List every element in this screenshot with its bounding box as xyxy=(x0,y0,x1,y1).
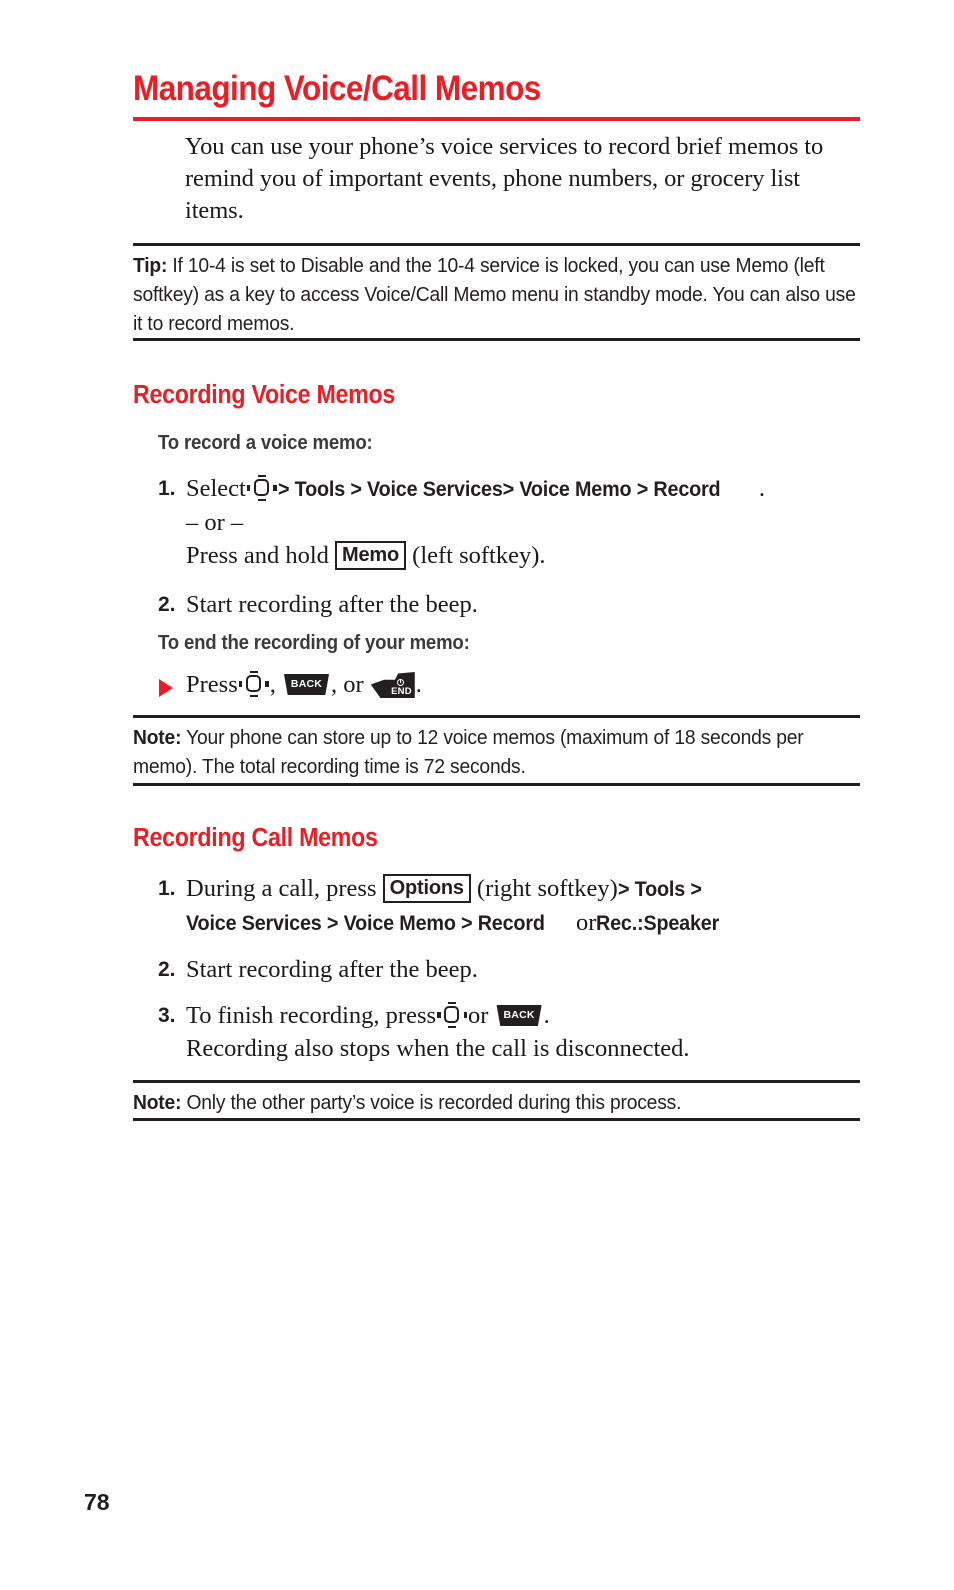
step-tail-text: Recording also stops when the call is di… xyxy=(186,1035,690,1062)
note-2-rule-top xyxy=(133,1080,860,1083)
tip-callout: Tip: If 10-4 is set to Disable and the 1… xyxy=(133,251,860,338)
step-body: During a call, press Options (right soft… xyxy=(186,872,860,940)
step-number: 2. xyxy=(158,958,176,981)
step-body: Press, BACK , or END. xyxy=(186,668,860,701)
or-separator: – or – xyxy=(186,509,244,536)
step-mid-text: or xyxy=(468,1002,489,1029)
note-2-rule-bottom xyxy=(133,1118,860,1121)
back-key-label: BACK xyxy=(503,1008,535,1021)
step-number: 1. xyxy=(158,477,176,500)
note-1-callout: Note: Your phone can store up to 12 voic… xyxy=(133,723,860,781)
note-1-rule-bottom xyxy=(133,783,860,786)
end-key-label: END xyxy=(391,685,412,697)
back-key-icon: BACK xyxy=(283,674,330,695)
note-1-rule-top xyxy=(133,715,860,718)
step-2-record-voice-memo: 2. Start recording after the beep. xyxy=(158,588,860,621)
menu-path-part-2: Voice Services > Voice Memo > Record xyxy=(186,911,545,935)
power-symbol-icon xyxy=(396,678,404,686)
page-title: Managing Voice/Call Memos xyxy=(133,69,541,108)
step-body: Start recording after the beep. xyxy=(186,956,478,983)
section-heading-recording-call-memos: Recording Call Memos xyxy=(133,824,378,852)
step-2-record-call-memo: 2. Start recording after the beep. xyxy=(158,953,860,986)
title-underline-rule xyxy=(133,117,860,121)
tip-text: If 10-4 is set to Disable and the 10-4 s… xyxy=(133,254,856,335)
step-period: . xyxy=(415,671,422,698)
step-body: Select > Tools > Voice Services> Voice Me… xyxy=(186,472,860,572)
menu-path-part-1: > Tools > xyxy=(617,877,702,901)
sub-heading-to-record-a-voice-memo: To record a voice memo: xyxy=(158,432,373,454)
step-lead-text: During a call, press xyxy=(186,875,377,902)
tip-rule-top xyxy=(133,243,860,246)
comma-separator: , xyxy=(269,671,276,698)
navigation-key-icon xyxy=(238,671,269,697)
step-mid-text: (right softkey) xyxy=(476,875,618,902)
back-key-icon: BACK xyxy=(496,1005,543,1026)
navigation-key-icon xyxy=(437,1002,468,1028)
bullet-step-end-recording: Press, BACK , or END. xyxy=(158,668,860,701)
comma-or-separator: , or xyxy=(330,671,364,698)
note-2-callout: Note: Only the other party’s voice is re… xyxy=(133,1088,860,1117)
note-label: Note: xyxy=(133,1091,182,1114)
step-lead-text: Press xyxy=(186,671,238,698)
softkey-options-button[interactable]: Options xyxy=(382,874,471,903)
step-number: 1. xyxy=(158,877,176,900)
step-body: To finish recording, press or BACK. Recor… xyxy=(186,999,860,1065)
step-alternative: Press and hold Memo (left softkey). xyxy=(186,539,860,572)
step-alt-tail: (left softkey). xyxy=(412,542,546,569)
softkey-memo-button[interactable]: Memo xyxy=(335,541,407,570)
step-number: 3. xyxy=(158,1004,176,1027)
note-text: Your phone can store up to 12 voice memo… xyxy=(133,726,804,778)
tip-label: Tip: xyxy=(133,254,168,277)
step-lead-text: To finish recording, press xyxy=(186,1002,437,1029)
step-1-record-call-memo: 1. During a call, press Options (right s… xyxy=(158,872,860,940)
step-body: Start recording after the beep. xyxy=(186,591,478,618)
triangle-bullet-icon xyxy=(159,679,173,697)
step-3-record-call-memo: 3. To finish recording, press or BACK. Re… xyxy=(158,999,860,1065)
page-number: 78 xyxy=(84,1489,110,1515)
end-key-icon: END xyxy=(370,672,415,698)
note-text: Only the other party’s voice is recorded… xyxy=(181,1091,682,1114)
manual-page: Managing Voice/Call Memos You can use yo… xyxy=(0,0,954,1590)
intro-paragraph: You can use your phone’s voice services … xyxy=(185,133,824,224)
menu-path: > Tools > Voice Services> Voice Memo > R… xyxy=(277,477,721,501)
tip-rule-bottom xyxy=(133,338,860,341)
section-heading-recording-voice-memos: Recording Voice Memos xyxy=(133,381,396,409)
menu-path-part-3: Rec.:Speaker xyxy=(596,911,720,935)
navigation-key-icon xyxy=(246,475,277,501)
sub-heading-to-end-the-recording: To end the recording of your memo: xyxy=(158,632,470,654)
step-period: . xyxy=(758,475,765,502)
menu-path-line-2: Voice Services > Voice Memo > Record orRe… xyxy=(186,906,860,940)
step-1-record-voice-memo: 1. Select > Tools > Voice Services> Voice… xyxy=(158,472,860,572)
back-key-label: BACK xyxy=(290,677,323,690)
step-number: 2. xyxy=(158,593,176,616)
step-period: . xyxy=(543,1002,550,1029)
note-label: Note: xyxy=(133,726,182,749)
or-word: or xyxy=(575,909,597,936)
step-alt-lead: Press and hold xyxy=(186,542,329,569)
step-lead-text: Select xyxy=(186,475,246,502)
